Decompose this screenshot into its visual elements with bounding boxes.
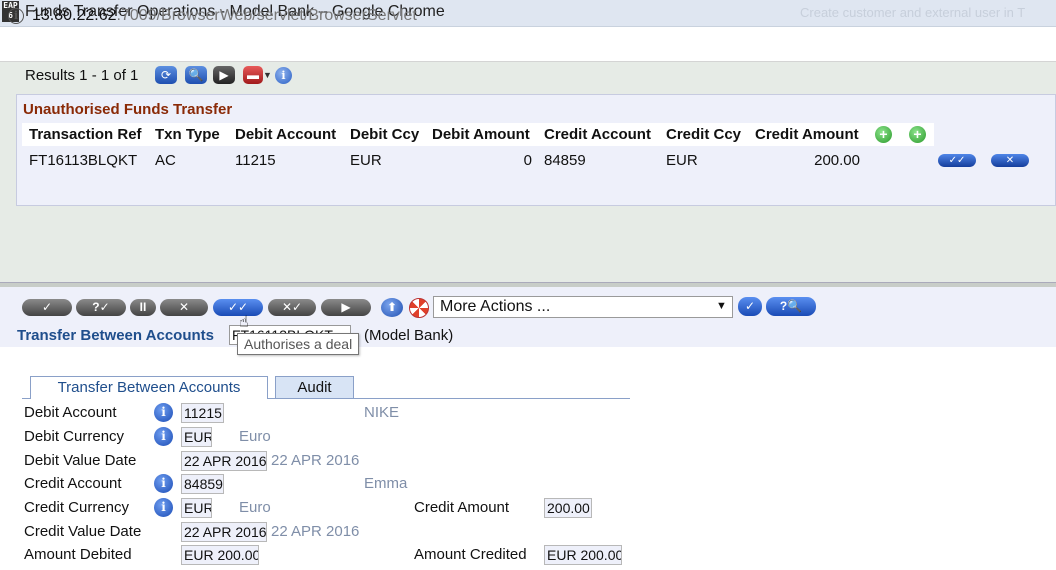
- plus-icon[interactable]: +: [875, 126, 892, 143]
- tab-audit[interactable]: Audit: [275, 376, 354, 399]
- url-path: :7009/BrowserWeb/servlet/BrowserServlet: [116, 7, 417, 24]
- debit-account-label: Debit Account: [24, 404, 117, 421]
- site-info-icon[interactable]: i: [8, 8, 24, 24]
- validate-button[interactable]: ?✓: [76, 299, 126, 316]
- info-icon[interactable]: i: [154, 474, 173, 493]
- authorise-row-button[interactable]: ✓✓: [938, 154, 976, 167]
- hand-cursor-icon: ☝: [239, 314, 249, 331]
- info-icon[interactable]: i: [275, 67, 292, 84]
- cell-debit-account: 11215: [235, 152, 276, 169]
- credit-amount-field[interactable]: 200.00: [544, 498, 592, 518]
- delete-button[interactable]: ✕: [160, 299, 208, 316]
- plus-icon[interactable]: +: [909, 126, 926, 143]
- cell-txn-type: AC: [155, 152, 176, 169]
- column-header-debit-account[interactable]: Debit Account: [235, 126, 336, 143]
- debit-currency-field[interactable]: EUR: [181, 427, 212, 447]
- tooltip: Authorises a deal: [237, 333, 360, 355]
- background-window-title: Create customer and external user in T: [800, 5, 1026, 20]
- column-header-txn-type[interactable]: Txn Type: [155, 126, 220, 143]
- cell-credit-ccy: EUR: [666, 152, 698, 169]
- version-title: Transfer Between Accounts: [17, 327, 214, 344]
- info-icon[interactable]: i: [154, 498, 173, 517]
- address-bar[interactable]: [0, 27, 1056, 62]
- debit-value-date-field[interactable]: 22 APR 2016: [181, 451, 267, 471]
- chevron-down-icon[interactable]: ▼: [716, 300, 727, 312]
- chevron-down-icon[interactable]: ▼: [263, 70, 272, 80]
- credit-value-date-enrichment: 22 APR 2016: [271, 523, 360, 540]
- debit-currency-label: Debit Currency: [24, 428, 125, 445]
- refresh-icon[interactable]: ⟳: [155, 66, 177, 84]
- enquiry-title: Unauthorised Funds Transfer: [23, 101, 233, 118]
- toolbox-icon[interactable]: ▬: [243, 66, 263, 84]
- amount-credited-label: Amount Credited: [414, 546, 527, 563]
- debit-account-field[interactable]: 11215: [181, 403, 224, 423]
- commit-button[interactable]: ✓: [22, 299, 72, 316]
- credit-currency-field[interactable]: EUR: [181, 498, 212, 518]
- column-header-transaction-ref[interactable]: Transaction Ref: [29, 126, 142, 143]
- column-header-credit-amount[interactable]: Credit Amount: [755, 126, 859, 143]
- cell-credit-amount: 200.00: [814, 152, 860, 169]
- debit-value-date-label: Debit Value Date: [24, 452, 137, 469]
- column-header-debit-ccy[interactable]: Debit Ccy: [350, 126, 419, 143]
- play-icon[interactable]: ▶: [213, 66, 235, 84]
- info-icon[interactable]: i: [154, 427, 173, 446]
- authorise-button[interactable]: ✓✓: [213, 299, 263, 316]
- tab-transfer-between-accounts[interactable]: Transfer Between Accounts: [30, 376, 268, 399]
- magnifier-icon[interactable]: 🔍: [185, 66, 207, 84]
- amount-debited-label: Amount Debited: [24, 546, 132, 563]
- amount-credited-field[interactable]: EUR 200.00: [544, 545, 622, 565]
- cell-credit-account: 84859: [544, 152, 586, 169]
- debit-value-date-enrichment: 22 APR 2016: [271, 452, 360, 469]
- cell-debit-ccy: EUR: [350, 152, 382, 169]
- go-button[interactable]: ✓: [738, 297, 762, 316]
- arrow-up-icon[interactable]: ⬆: [381, 298, 403, 317]
- lifebuoy-icon[interactable]: [409, 298, 429, 318]
- delete-row-button[interactable]: ✕: [991, 154, 1029, 167]
- debit-account-enrichment: NIKE: [364, 404, 400, 421]
- credit-value-date-field[interactable]: 22 APR 2016: [181, 522, 267, 542]
- reverse-button[interactable]: ✕✓: [268, 299, 316, 316]
- amount-debited-field[interactable]: EUR 200.00: [181, 545, 259, 565]
- debit-currency-enrichment: Euro: [239, 428, 271, 445]
- results-count: Results 1 - 1 of 1: [25, 67, 139, 84]
- column-header-credit-ccy[interactable]: Credit Ccy: [666, 126, 741, 143]
- column-header-debit-amount[interactable]: Debit Amount: [432, 126, 530, 143]
- help-search-button[interactable]: ?🔍: [766, 297, 816, 316]
- more-actions-value: More Actions ...: [440, 298, 551, 315]
- credit-account-label: Credit Account: [24, 475, 122, 492]
- company-name: (Model Bank): [364, 327, 454, 344]
- hold-button[interactable]: II: [130, 299, 156, 316]
- credit-currency-enrichment: Euro: [239, 499, 271, 516]
- credit-account-enrichment: Emma: [364, 475, 408, 492]
- url-host: 13.80.22.62: [32, 7, 117, 24]
- credit-account-field[interactable]: 84859: [181, 474, 224, 494]
- credit-currency-label: Credit Currency: [24, 499, 130, 516]
- credit-value-date-label: Credit Value Date: [24, 523, 142, 540]
- url-text[interactable]: 13.80.22.62:7009/BrowserWeb/servlet/Brow…: [32, 7, 417, 25]
- column-header-credit-account[interactable]: Credit Account: [544, 126, 651, 143]
- info-icon[interactable]: i: [154, 403, 173, 422]
- credit-amount-label: Credit Amount: [414, 499, 510, 516]
- next-button[interactable]: ▶: [321, 299, 371, 316]
- cell-transaction-ref[interactable]: FT16113BLQKT: [29, 152, 137, 169]
- cell-debit-amount: 0: [523, 152, 532, 169]
